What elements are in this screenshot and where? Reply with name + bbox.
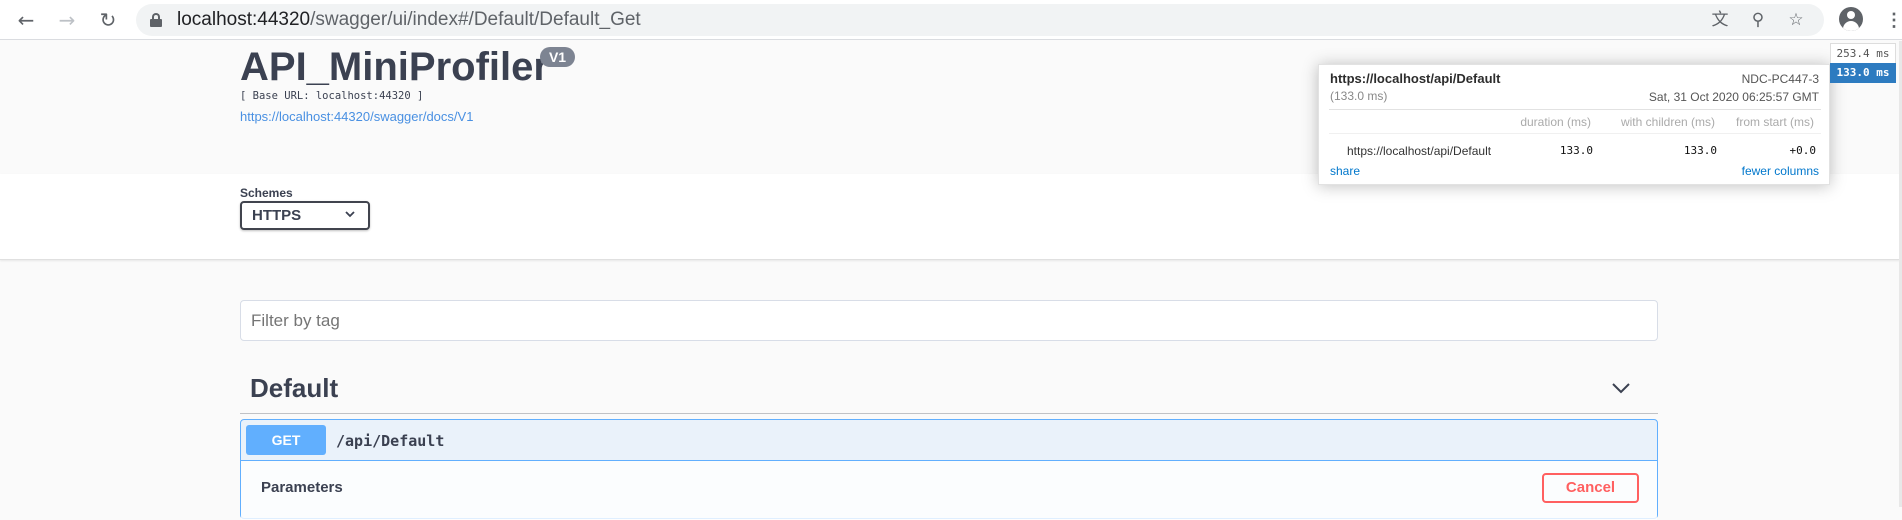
translate-icon[interactable]: 文 (1708, 8, 1732, 32)
column-with-children-header: with children (ms) (1620, 115, 1715, 129)
timing-row: https://localhost/api/Default 133.0 133.… (1329, 133, 1821, 158)
address-bar[interactable]: localhost:44320/swagger/ui/index#/Defaul… (136, 4, 1824, 36)
profiler-result-badge[interactable]: 253.4 ms (1830, 43, 1896, 63)
column-duration-header: duration (ms) (1520, 115, 1591, 129)
lock-icon[interactable] (150, 13, 162, 27)
miniprofiler-popup: https://localhost/api/Default NDC-PC447-… (1318, 64, 1830, 185)
timing-duration: 133.0 (1559, 144, 1593, 157)
column-from-start-header: from start (ms) (1736, 115, 1814, 129)
filter-input-field[interactable] (241, 301, 1657, 340)
operation-summary[interactable]: GET /api/Default (241, 420, 1657, 461)
miniprofiler-results: 253.4 ms 133.0 ms (1830, 43, 1896, 83)
reload-icon[interactable]: ↻ (96, 8, 120, 32)
parameters-label: Parameters (261, 479, 343, 496)
profiler-machine-name: NDC-PC447-3 (1741, 72, 1819, 86)
filter-by-tag-input[interactable] (240, 300, 1658, 341)
fewer-columns-link[interactable]: fewer columns (1742, 164, 1819, 178)
version-badge: V1 (540, 47, 575, 67)
kebab-menu-icon[interactable]: ⋮ (1885, 8, 1902, 32)
profiler-duration: (133.0 ms) (1330, 89, 1388, 103)
parameters-header: Parameters Cancel (241, 461, 1657, 520)
schemes-select[interactable]: HTTPS (240, 201, 370, 230)
forward-arrow-icon[interactable]: → (55, 8, 79, 32)
profiler-date: Sat, 31 Oct 2020 06:25:57 GMT (1648, 90, 1819, 104)
timing-row-label: https://localhost/api/Default (1347, 144, 1492, 158)
timing-with-children: 133.0 (1683, 144, 1717, 157)
zoom-icon[interactable]: ⚲ (1746, 8, 1770, 32)
timing-from-start: +0.0 (1789, 144, 1817, 157)
api-title: API_MiniProfiler (240, 45, 549, 89)
profile-icon[interactable] (1839, 7, 1863, 31)
url-host: localhost:44320 (177, 9, 311, 30)
schemes-label: Schemes (240, 186, 293, 200)
back-arrow-icon[interactable]: ← (14, 8, 38, 32)
tag-title: Default (250, 373, 339, 403)
profiler-request-name: https://localhost/api/Default (1330, 71, 1501, 86)
divider (1329, 109, 1821, 110)
tag-section-header[interactable]: Default (240, 363, 1658, 414)
chevron-down-icon[interactable] (1611, 378, 1631, 398)
cancel-button[interactable]: Cancel (1542, 473, 1639, 503)
url-path: /swagger/ui/index#/Default/Default_Get (310, 9, 641, 30)
browser-toolbar: ← → ↻ localhost:44320/swagger/ui/index#/… (0, 0, 1902, 40)
operation-block: GET /api/Default Parameters Cancel (240, 419, 1658, 520)
chevron-down-icon (345, 211, 355, 218)
star-icon[interactable]: ☆ (1784, 8, 1808, 32)
http-method-badge: GET (246, 425, 326, 455)
operation-path: /api/Default (336, 432, 445, 450)
share-link[interactable]: share (1330, 164, 1360, 178)
docs-link[interactable]: https://localhost:44320/swagger/docs/V1 (240, 109, 473, 125)
base-url: [ Base URL: localhost:44320 ] (240, 90, 424, 102)
url-text[interactable]: localhost:44320/swagger/ui/index#/Defaul… (177, 10, 641, 30)
schemes-selected-value: HTTPS (252, 207, 302, 224)
profiler-result-badge-selected[interactable]: 133.0 ms (1830, 63, 1896, 83)
